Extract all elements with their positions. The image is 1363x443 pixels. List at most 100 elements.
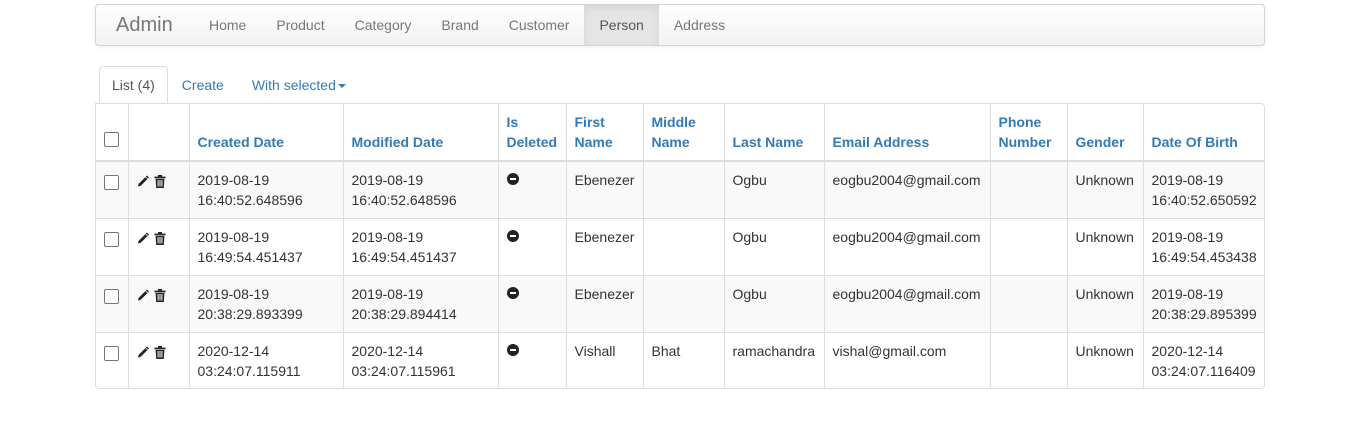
table-row: 2019-08-19 20:38:29.893399 2019-08-19 20:3…	[96, 275, 1264, 333]
table-row: 2019-08-19 16:40:52.648596 2019-08-19 16:4…	[96, 160, 1264, 219]
nav-item-address[interactable]: Address	[659, 5, 740, 45]
trash-icon[interactable]	[154, 174, 166, 188]
column-header[interactable]: Date Of Birth	[1143, 104, 1264, 162]
tab-create[interactable]: Create	[168, 66, 238, 104]
column-header[interactable]: First Name	[566, 104, 644, 162]
actions-header	[128, 104, 190, 162]
row-select-cell	[96, 160, 129, 219]
email-cell: eogbu2004@gmail.com	[824, 160, 991, 219]
middle-name-cell	[643, 160, 725, 219]
trash-icon[interactable]	[154, 231, 166, 245]
nav-item-person[interactable]: Person	[584, 5, 659, 45]
trash-icon[interactable]	[154, 345, 166, 359]
row-select-cell	[96, 275, 129, 333]
row-checkbox[interactable]	[104, 232, 119, 247]
modified-date: 2019-08-19	[351, 286, 424, 302]
row-actions-cell	[128, 218, 190, 276]
with-selected-dropdown[interactable]: With selected	[238, 66, 360, 104]
nav-item-product[interactable]: Product	[261, 5, 339, 45]
column-header[interactable]: Email Address	[824, 104, 991, 162]
first-name-cell: Ebenezer	[566, 160, 644, 219]
dob-date: 2020-12-14	[1151, 343, 1224, 359]
modified-time: 03:24:07.115961	[351, 363, 456, 379]
created-date: 2019-08-19	[197, 286, 270, 302]
select-all-checkbox[interactable]	[104, 132, 119, 147]
dob-cell: 2019-08-19 16:40:52.650592	[1143, 160, 1264, 219]
row-actions-cell	[128, 332, 190, 388]
dob-cell: 2019-08-19 16:49:54.453438	[1143, 218, 1264, 276]
nav-menu: Home Product Category Brand Customer Per…	[194, 5, 740, 45]
top-navbar: Admin Home Product Category Brand Custom…	[95, 4, 1265, 46]
phone-cell	[990, 218, 1068, 276]
dob-time: 16:40:52.650592	[1151, 192, 1257, 208]
nav-item-brand[interactable]: Brand	[426, 5, 493, 45]
trash-icon[interactable]	[154, 288, 166, 302]
brand-link[interactable]: Admin	[116, 14, 173, 37]
column-header[interactable]: Gender	[1067, 104, 1144, 162]
pencil-icon[interactable]	[137, 346, 149, 359]
phone-cell	[990, 160, 1068, 219]
created-date: 2020-12-14	[197, 343, 270, 359]
table-row: 2020-12-14 03:24:07.115911 2020-12-14 03:2…	[96, 332, 1264, 388]
pencil-icon[interactable]	[137, 232, 149, 245]
minus-circle-icon	[506, 287, 519, 299]
nav-item-category[interactable]: Category	[340, 5, 427, 45]
middle-name-cell: Bhat	[643, 332, 725, 388]
minus-circle-icon	[506, 173, 519, 185]
created-time: 16:40:52.648596	[197, 192, 303, 208]
dob-date: 2019-08-19	[1151, 172, 1224, 188]
modified-date: 2019-08-19	[351, 172, 424, 188]
dob-time: 20:38:29.895399	[1151, 306, 1257, 322]
last-name-cell: ramachandra	[724, 332, 825, 388]
row-actions-cell	[128, 160, 190, 219]
column-header[interactable]: Middle Name	[643, 104, 725, 162]
last-name-cell: Ogbu	[724, 160, 825, 219]
column-header[interactable]: Created Date	[189, 104, 344, 162]
person-table: Created Date Modified Date Is Deleted Fi…	[96, 104, 1264, 388]
row-select-cell	[96, 332, 129, 388]
created-date-cell: 2019-08-19 16:40:52.648596	[189, 160, 344, 219]
table-header-row: Created Date Modified Date Is Deleted Fi…	[96, 104, 1264, 162]
nav-item-customer[interactable]: Customer	[494, 5, 585, 45]
last-name-cell: Ogbu	[724, 275, 825, 333]
gender-cell: Unknown	[1067, 332, 1144, 388]
first-name-cell: Ebenezer	[566, 218, 644, 276]
row-checkbox[interactable]	[104, 175, 119, 190]
nav-item-home[interactable]: Home	[194, 5, 261, 45]
modified-date: 2020-12-14	[351, 343, 424, 359]
email-cell: eogbu2004@gmail.com	[824, 275, 991, 333]
row-checkbox[interactable]	[104, 346, 119, 361]
column-header[interactable]: Modified Date	[343, 104, 499, 162]
phone-cell	[990, 275, 1068, 333]
created-date: 2019-08-19	[197, 172, 270, 188]
column-header[interactable]: Last Name	[724, 104, 825, 162]
is-deleted-cell	[498, 275, 567, 333]
row-checkbox[interactable]	[104, 289, 119, 304]
modified-date: 2019-08-19	[351, 229, 424, 245]
column-header[interactable]: Is Deleted	[498, 104, 567, 162]
created-date-cell: 2019-08-19 20:38:29.893399	[189, 275, 344, 333]
modified-date-cell: 2019-08-19 20:38:29.894414	[343, 275, 499, 333]
first-name-cell: Vishall	[566, 332, 644, 388]
row-actions-cell	[128, 275, 190, 333]
last-name-cell: Ogbu	[724, 218, 825, 276]
pencil-icon[interactable]	[137, 175, 149, 188]
email-cell: eogbu2004@gmail.com	[824, 218, 991, 276]
table-row: 2019-08-19 16:49:54.451437 2019-08-19 16:4…	[96, 218, 1264, 276]
tab-list[interactable]: List (4)	[99, 66, 168, 104]
middle-name-cell	[643, 218, 725, 276]
created-time: 16:49:54.451437	[197, 249, 303, 265]
view-tabs: List (4) Create With selected	[99, 66, 360, 104]
dob-cell: 2019-08-19 20:38:29.895399	[1143, 275, 1264, 333]
modified-date-cell: 2019-08-19 16:40:52.648596	[343, 160, 499, 219]
pencil-icon[interactable]	[137, 289, 149, 302]
created-date-cell: 2020-12-14 03:24:07.115911	[189, 332, 344, 388]
select-all-cell	[96, 104, 129, 162]
column-header[interactable]: Phone Number	[990, 104, 1068, 162]
row-select-cell	[96, 218, 129, 276]
gender-cell: Unknown	[1067, 218, 1144, 276]
modified-date-cell: 2020-12-14 03:24:07.115961	[343, 332, 499, 388]
created-date-cell: 2019-08-19 16:49:54.451437	[189, 218, 344, 276]
middle-name-cell	[643, 275, 725, 333]
is-deleted-cell	[498, 160, 567, 219]
